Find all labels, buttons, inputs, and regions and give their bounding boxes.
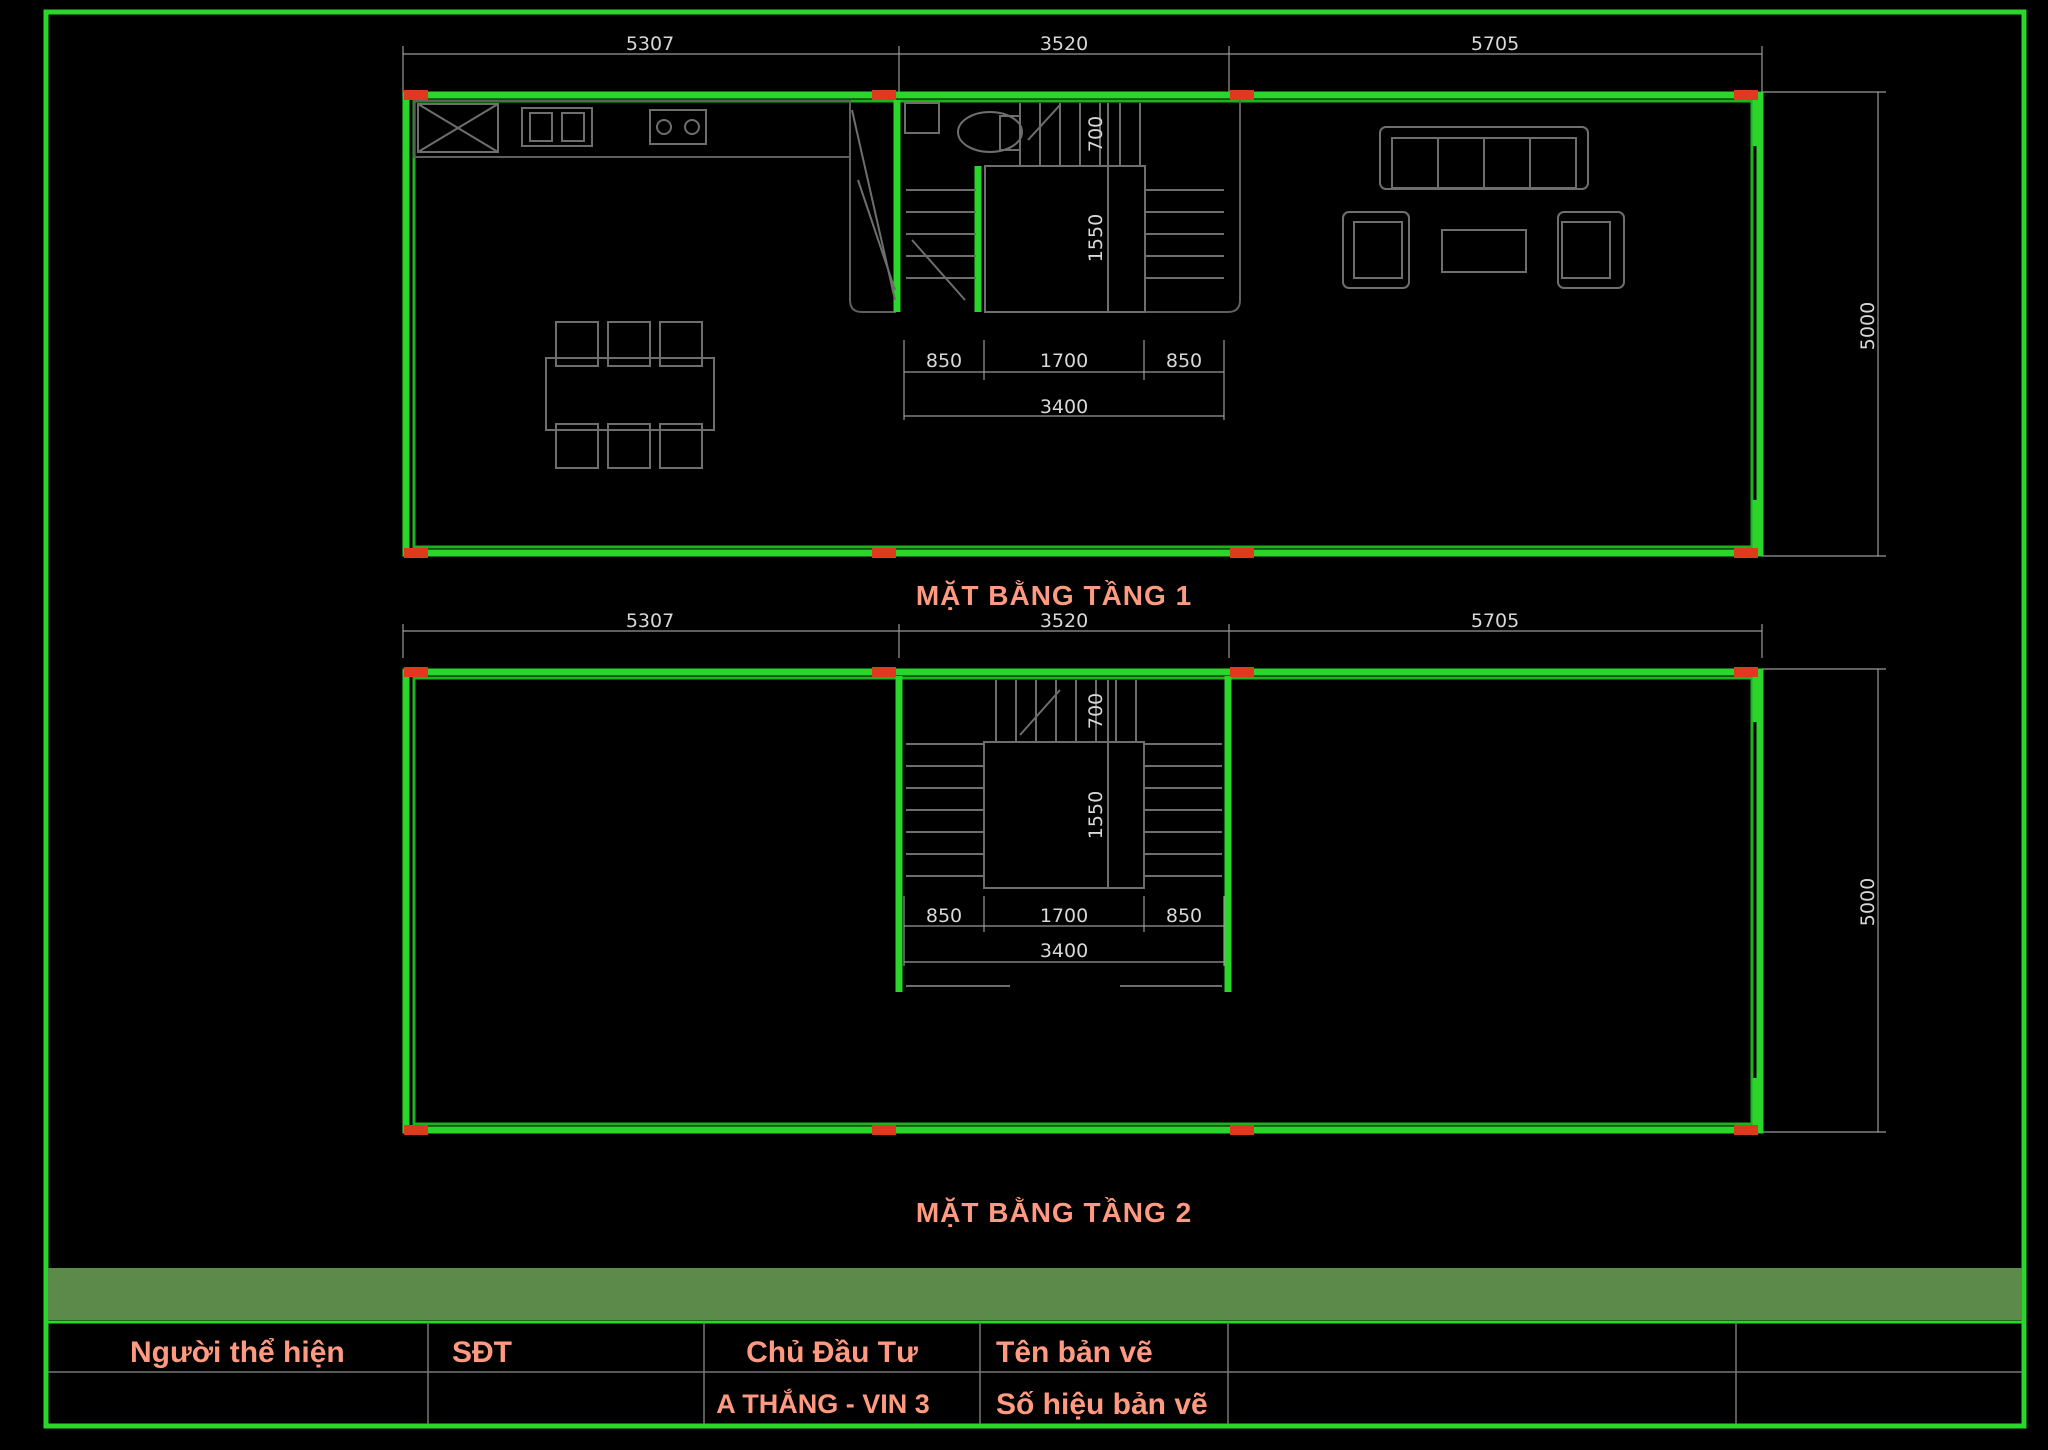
floor-plan-drawing: 5307 3520 5705 5000 700 1550 850 1700 85… [43,9,2027,1429]
floor-2-stair-w3: 850 [1166,905,1202,927]
floor-2-dim-left: 5307 [626,610,674,632]
floor-1-dim-left: 5307 [626,33,674,55]
floor-2-stair-w2: 1700 [1040,905,1088,927]
floor-1-plan: 5307 3520 5705 5000 700 1550 850 1700 85… [402,33,1886,611]
drawing-name-label: Tên bản vẽ [996,1336,1153,1369]
investor-value: A THẮNG - VIN 3 [716,1388,930,1419]
floor-1-dim-depth: 5000 [1857,302,1879,350]
title-band [48,1268,2022,1320]
floor-1-dim-mid: 3520 [1040,33,1088,55]
dining-set [545,321,715,469]
investor-label: Chủ Đầu Tư [746,1336,918,1369]
floor-1-stair-w1: 850 [926,350,962,372]
living-set [1342,126,1625,289]
performer-label: Người thể hiện [130,1336,345,1369]
floor-2-stair-w1: 850 [926,905,962,927]
floor-1-stair-w3: 850 [1166,350,1202,372]
drawing-number-label: Số hiệu bản vẽ [996,1388,1208,1421]
floor-1-stair-run: 700 [1085,116,1107,152]
floor-1-stair-w2: 1700 [1040,350,1088,372]
floor-1-dim-right: 5705 [1471,33,1519,55]
floor-2-stair-landing: 1550 [1085,791,1107,839]
floor-2-plan: 5307 3520 5705 5000 700 1550 850 1700 85… [402,610,1886,1228]
floor-2-stair-total: 3400 [1040,940,1088,962]
title-block: Người thể hiện SĐT Chủ Đầu Tư A THẮNG - … [48,1268,2022,1424]
floor-2-dim-depth: 5000 [1857,878,1879,926]
floor-1-stair-landing: 1550 [1085,214,1107,262]
floor-2-dim-right: 5705 [1471,610,1519,632]
floor-2-title: MẶT BẰNG TẦNG 2 [916,1197,1192,1228]
floor-2-dim-mid: 3520 [1040,610,1088,632]
floor-1-stair-total: 3400 [1040,396,1088,418]
phone-label: SĐT [452,1336,512,1369]
floor-1-stair [906,103,1224,313]
floor-2-stair-run: 700 [1085,693,1107,729]
floor-1-title: MẶT BẰNG TẦNG 1 [916,580,1192,611]
